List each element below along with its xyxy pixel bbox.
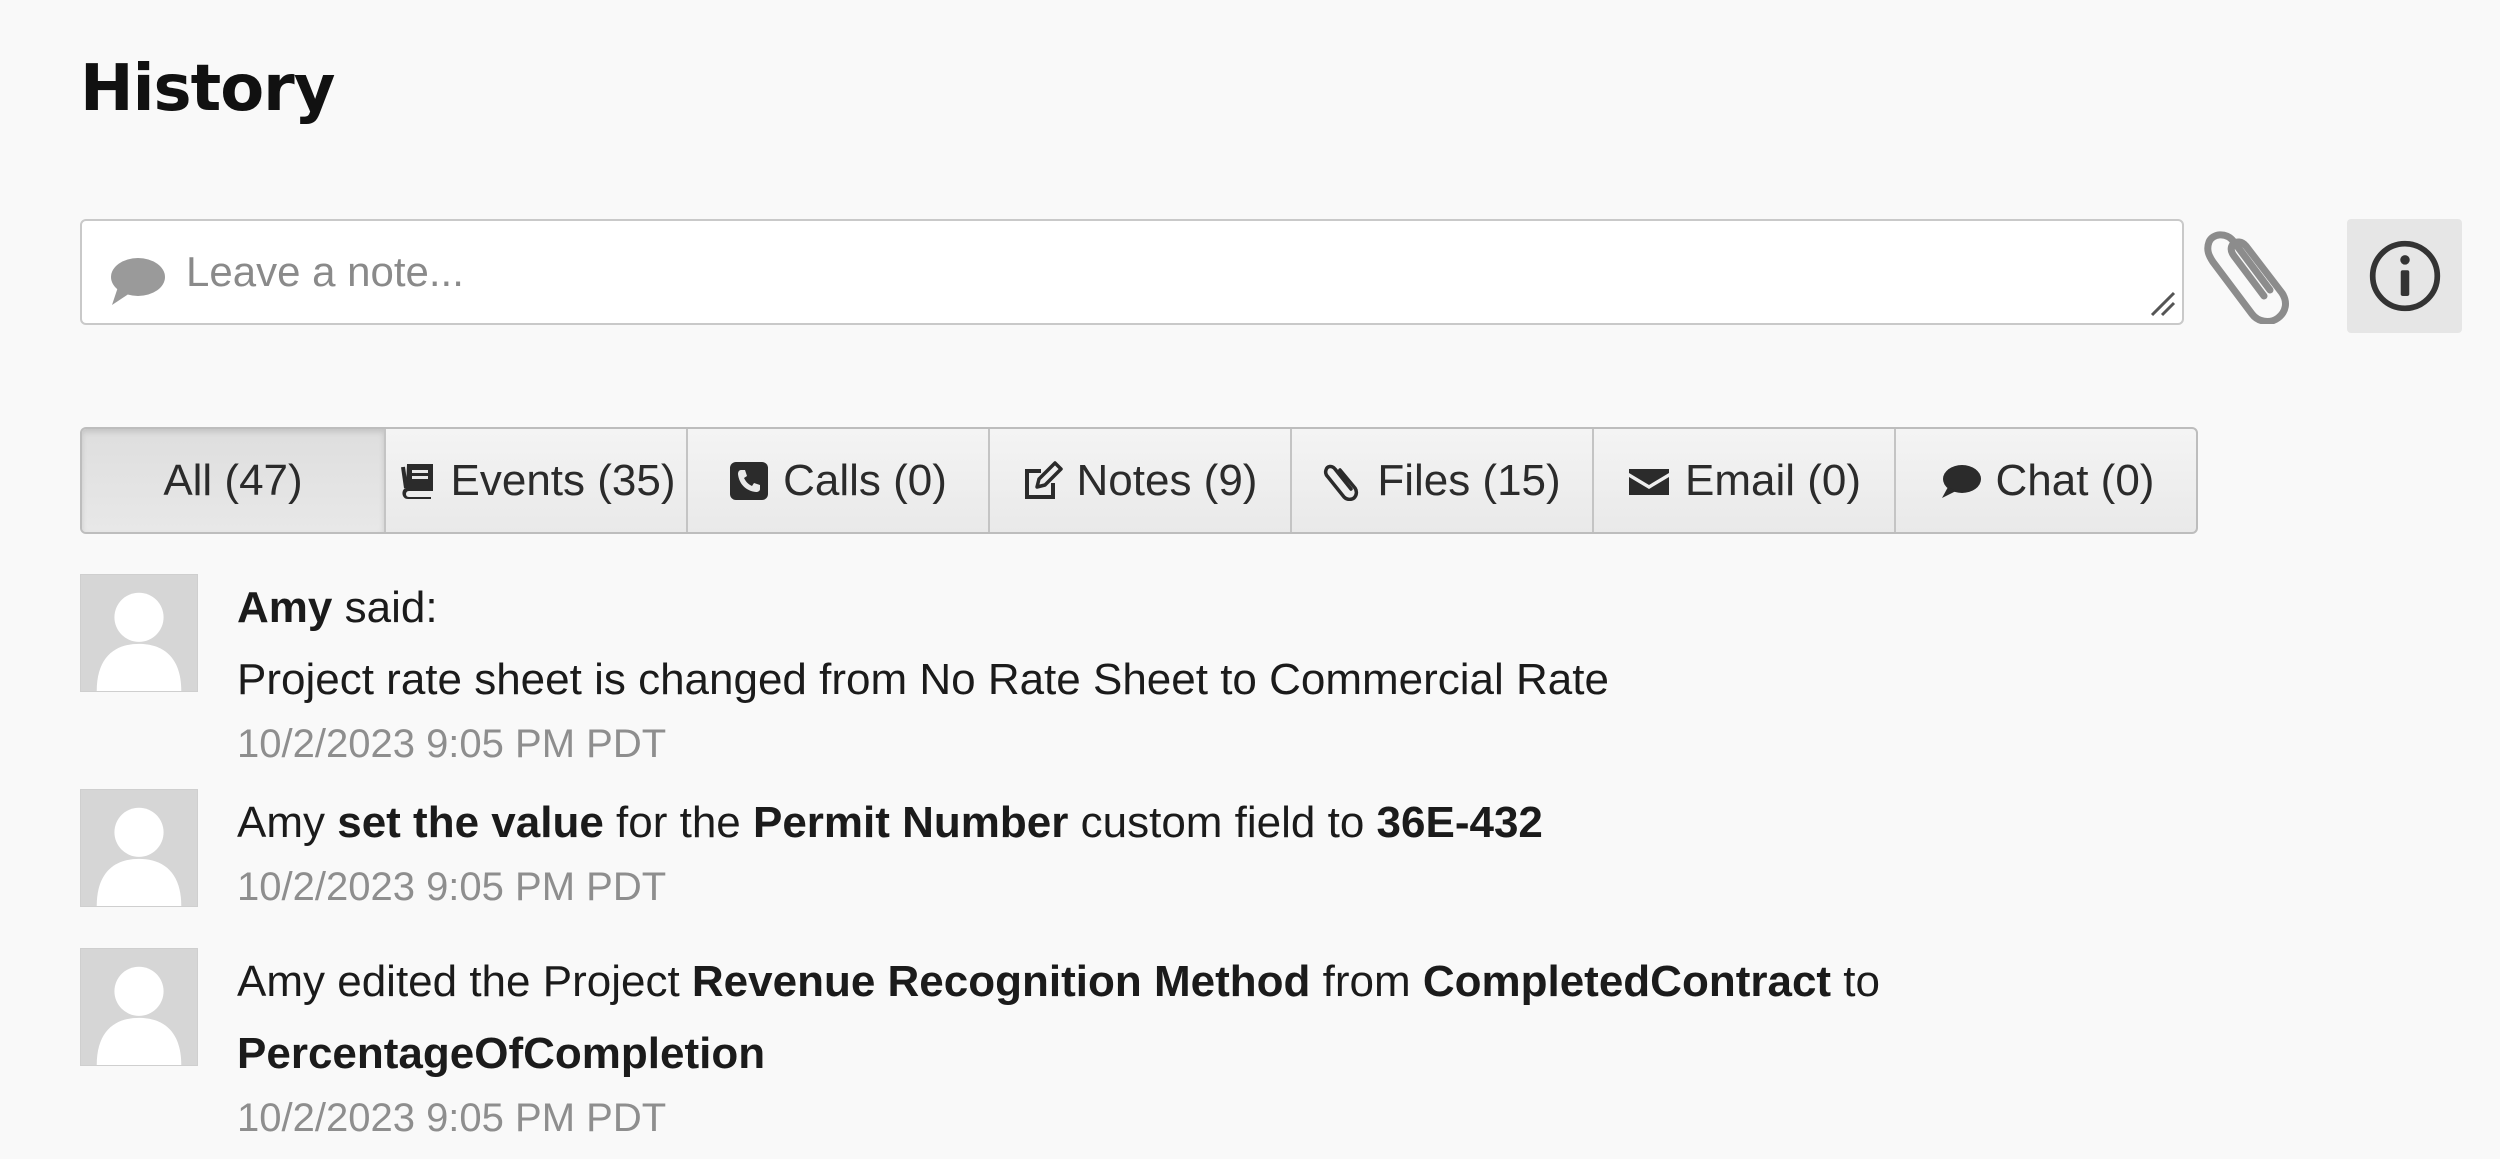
info-circle-icon — [2369, 240, 2440, 312]
edit-note-icon — [1024, 460, 1063, 499]
resize-grip-icon[interactable] — [2146, 287, 2176, 317]
tab-label: All (47) — [163, 455, 303, 505]
entry-content: Amy set the value for the Permit Number … — [237, 787, 2237, 915]
entry-message: Amy edited the Project Revenue Recogniti… — [237, 946, 2237, 1018]
connector-text: to — [1831, 957, 1880, 1006]
chat-bubble-icon — [1941, 464, 1981, 498]
attach-file-button[interactable] — [2200, 220, 2296, 325]
avatar — [80, 948, 198, 1066]
note-input[interactable] — [184, 231, 2182, 313]
phone-icon — [730, 461, 769, 500]
timestamp: 10/2/2023 9:05 PM PDT — [237, 1096, 667, 1140]
paperclip-icon — [2204, 231, 2289, 325]
tab-label: Events (35) — [450, 455, 676, 505]
tab-email[interactable]: Email (0) — [1592, 429, 1894, 532]
timestamp: 10/2/2023 9:05 PM PDT — [237, 865, 667, 909]
avatar — [80, 574, 198, 692]
field-name: Revenue Recognition Method — [691, 957, 1311, 1006]
avatar — [80, 789, 198, 907]
tab-label: Chat (0) — [1995, 455, 2155, 505]
action-text: set the value — [337, 798, 604, 847]
user-placeholder-icon — [96, 592, 182, 691]
info-button[interactable] — [2347, 219, 2462, 333]
comment-bubble-icon — [111, 258, 165, 305]
entry-message-continued: PercentageOfCompletion — [237, 1018, 2237, 1090]
field-name: Permit Number — [752, 798, 1069, 847]
new-value: PercentageOfCompletion — [237, 1029, 766, 1078]
tab-events[interactable]: Events (35) — [384, 429, 686, 532]
paperclip-icon — [1324, 464, 1359, 501]
timestamp: 10/2/2023 9:05 PM PDT — [237, 722, 667, 766]
tab-label: Calls (0) — [783, 455, 947, 505]
old-value: CompletedContract — [1422, 957, 1832, 1006]
field-value: 36E-432 — [1376, 798, 1543, 847]
envelope-icon — [1628, 468, 1669, 495]
connector-text: custom field to — [1068, 798, 1377, 847]
entry-heading: Amy said: — [237, 572, 2237, 644]
connector-text: from — [1310, 957, 1423, 1006]
tab-label: Files (15) — [1377, 455, 1561, 505]
entry-content: Amy edited the Project Revenue Recogniti… — [237, 946, 2237, 1146]
tab-label: Notes (9) — [1076, 455, 1258, 505]
prefix-text: Amy edited the Project — [237, 957, 692, 1006]
tab-label: Email (0) — [1684, 455, 1862, 505]
entry-content: Amy said: Project rate sheet is changed … — [237, 572, 2237, 772]
book-icon — [400, 463, 433, 499]
history-filter-tabs: All (47) Events (35) Calls (0) Notes (9)… — [80, 427, 2198, 534]
entry-message: Amy set the value for the Permit Number … — [237, 787, 2237, 859]
tab-files[interactable]: Files (15) — [1290, 429, 1592, 532]
tab-notes[interactable]: Notes (9) — [988, 429, 1290, 532]
user-placeholder-icon — [96, 807, 182, 906]
connector-text: for the — [603, 798, 753, 847]
said-text: said: — [332, 583, 438, 632]
tab-calls[interactable]: Calls (0) — [686, 429, 988, 532]
note-composer[interactable] — [80, 219, 2184, 325]
page-title: History — [80, 52, 335, 126]
entry-message: Project rate sheet is changed from No Ra… — [237, 655, 1609, 704]
author-name: Amy — [237, 798, 325, 847]
tab-all[interactable]: All (47) — [82, 429, 384, 532]
tab-chat[interactable]: Chat (0) — [1894, 429, 2196, 532]
user-placeholder-icon — [96, 966, 182, 1065]
author-name[interactable]: Amy — [237, 583, 332, 632]
